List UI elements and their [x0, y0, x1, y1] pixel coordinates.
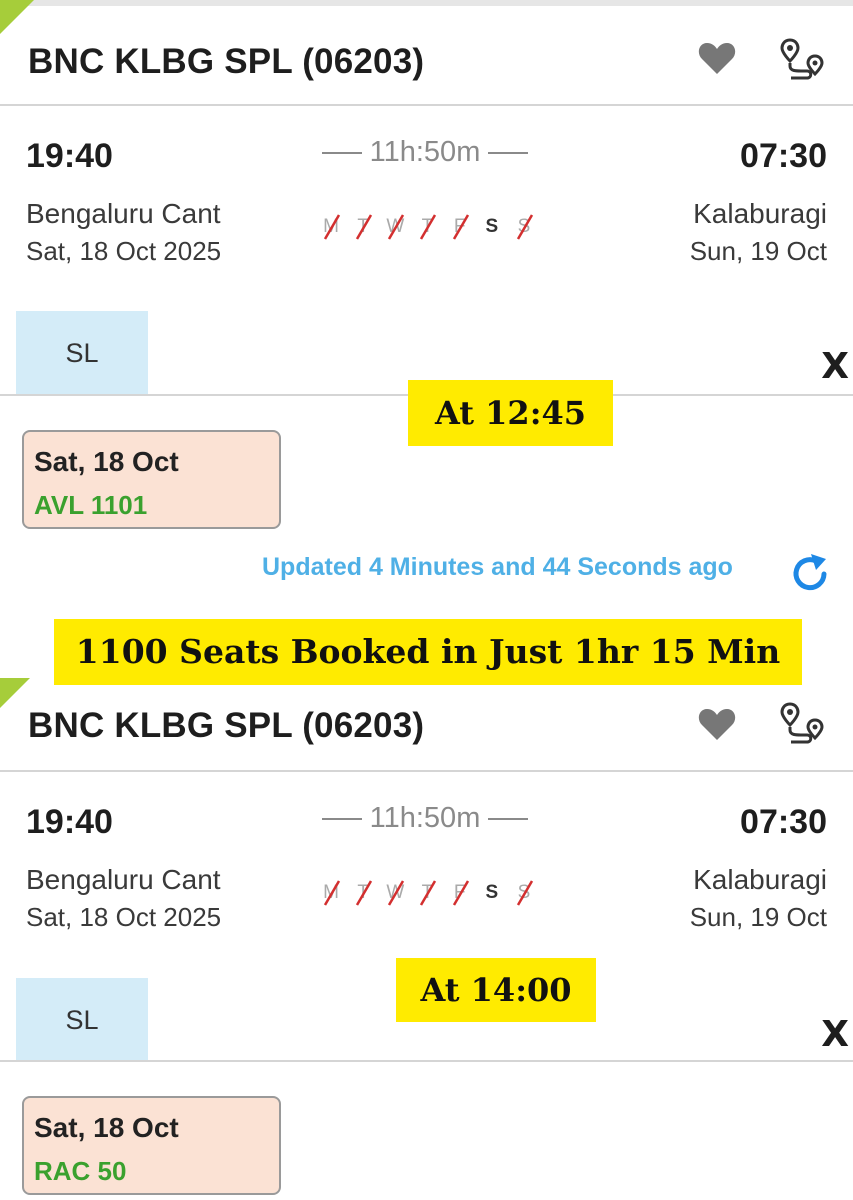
run-day-0: M — [320, 214, 342, 240]
to-station: Kalaburagi — [693, 864, 827, 895]
close-icon[interactable]: X — [821, 1014, 849, 1055]
header-divider — [0, 104, 853, 106]
from-date: Sat, 18 Oct 2025 — [26, 236, 222, 266]
train-title[interactable]: BNC KLBG SPL (06203) — [28, 42, 424, 82]
from-station: Bengaluru Cant — [26, 198, 221, 229]
run-days: MTWTFSS — [320, 212, 535, 242]
not-running-strike-icon — [516, 214, 534, 240]
class-tab-sl[interactable]: SL — [16, 978, 148, 1062]
run-day-6: S — [513, 214, 535, 240]
availability-card[interactable]: Sat, 18 Oct RAC 50 — [22, 1096, 281, 1195]
to-station: Kalaburagi — [693, 198, 827, 229]
from-date: Sat, 18 Oct 2025 — [26, 902, 222, 932]
run-day-4: F — [449, 214, 471, 240]
run-day-3: T — [416, 880, 438, 906]
not-running-strike-icon — [356, 214, 373, 240]
availability-date: Sat, 18 Oct — [34, 446, 179, 477]
run-day-6: S — [513, 880, 535, 906]
class-tab-sl[interactable]: SL — [16, 311, 148, 395]
not-running-strike-icon — [356, 880, 373, 906]
heart-icon[interactable] — [697, 706, 737, 742]
run-day-5: S — [481, 882, 503, 904]
run-day-2: W — [384, 214, 406, 240]
run-day-label: S — [485, 882, 499, 903]
arrive-time: 07:30 — [740, 803, 827, 841]
run-day-5: S — [481, 216, 503, 238]
timestamp-label-1: At 12:45 — [408, 380, 613, 446]
updated-text: Updated 4 Minutes and 44 Seconds ago — [262, 553, 733, 581]
run-day-1: T — [352, 214, 374, 240]
run-day-label: S — [485, 216, 499, 237]
run-days: MTWTFSS — [320, 878, 535, 908]
not-running-strike-icon — [420, 214, 437, 240]
top-divider — [0, 0, 853, 6]
from-station: Bengaluru Cant — [26, 864, 221, 895]
not-running-strike-icon — [516, 880, 534, 906]
close-icon[interactable]: X — [821, 346, 849, 387]
timestamp-label-2: At 14:00 — [396, 958, 596, 1022]
run-day-0: M — [320, 880, 342, 906]
route-map-icon[interactable] — [779, 36, 825, 82]
run-day-3: T — [416, 214, 438, 240]
availability-status: RAC 50 — [34, 1156, 127, 1186]
to-date: Sun, 19 Oct — [689, 902, 827, 932]
corner-accent — [0, 678, 30, 708]
not-running-strike-icon — [452, 214, 469, 240]
not-running-strike-icon — [323, 214, 341, 240]
tab-divider — [0, 1060, 853, 1062]
not-running-strike-icon — [388, 214, 405, 240]
run-day-1: T — [352, 880, 374, 906]
corner-accent — [0, 0, 34, 34]
availability-status: AVL 1101 — [34, 490, 148, 520]
arrive-time: 07:30 — [740, 137, 827, 175]
run-day-4: F — [449, 880, 471, 906]
not-running-strike-icon — [452, 880, 469, 906]
to-date: Sun, 19 Oct — [689, 236, 827, 266]
not-running-strike-icon — [420, 880, 437, 906]
route-map-icon[interactable] — [779, 700, 825, 746]
not-running-strike-icon — [388, 880, 405, 906]
duration-text: 11h:50m — [369, 802, 481, 834]
availability-card[interactable]: Sat, 18 Oct AVL 1101 — [22, 430, 281, 529]
depart-time: 19:40 — [26, 803, 113, 841]
train-card-1: BNC KLBG SPL (06203) 19:40 11h:50m 07:30… — [0, 0, 853, 625]
not-running-strike-icon — [323, 880, 341, 906]
heart-icon[interactable] — [697, 40, 737, 76]
availability-date: Sat, 18 Oct — [34, 1112, 179, 1143]
run-day-2: W — [384, 880, 406, 906]
train-card-2: BNC KLBG SPL (06203) 19:40 11h:50m 07:30… — [0, 668, 853, 1200]
duration-text: 11h:50m — [369, 136, 481, 168]
headline-banner: 1100 Seats Booked in Just 1hr 15 Min — [54, 619, 802, 685]
header-divider — [0, 770, 853, 772]
train-title[interactable]: BNC KLBG SPL (06203) — [28, 706, 424, 746]
duration: 11h:50m — [300, 136, 550, 169]
refresh-icon[interactable] — [786, 550, 834, 598]
duration: 11h:50m — [300, 802, 550, 835]
depart-time: 19:40 — [26, 137, 113, 175]
